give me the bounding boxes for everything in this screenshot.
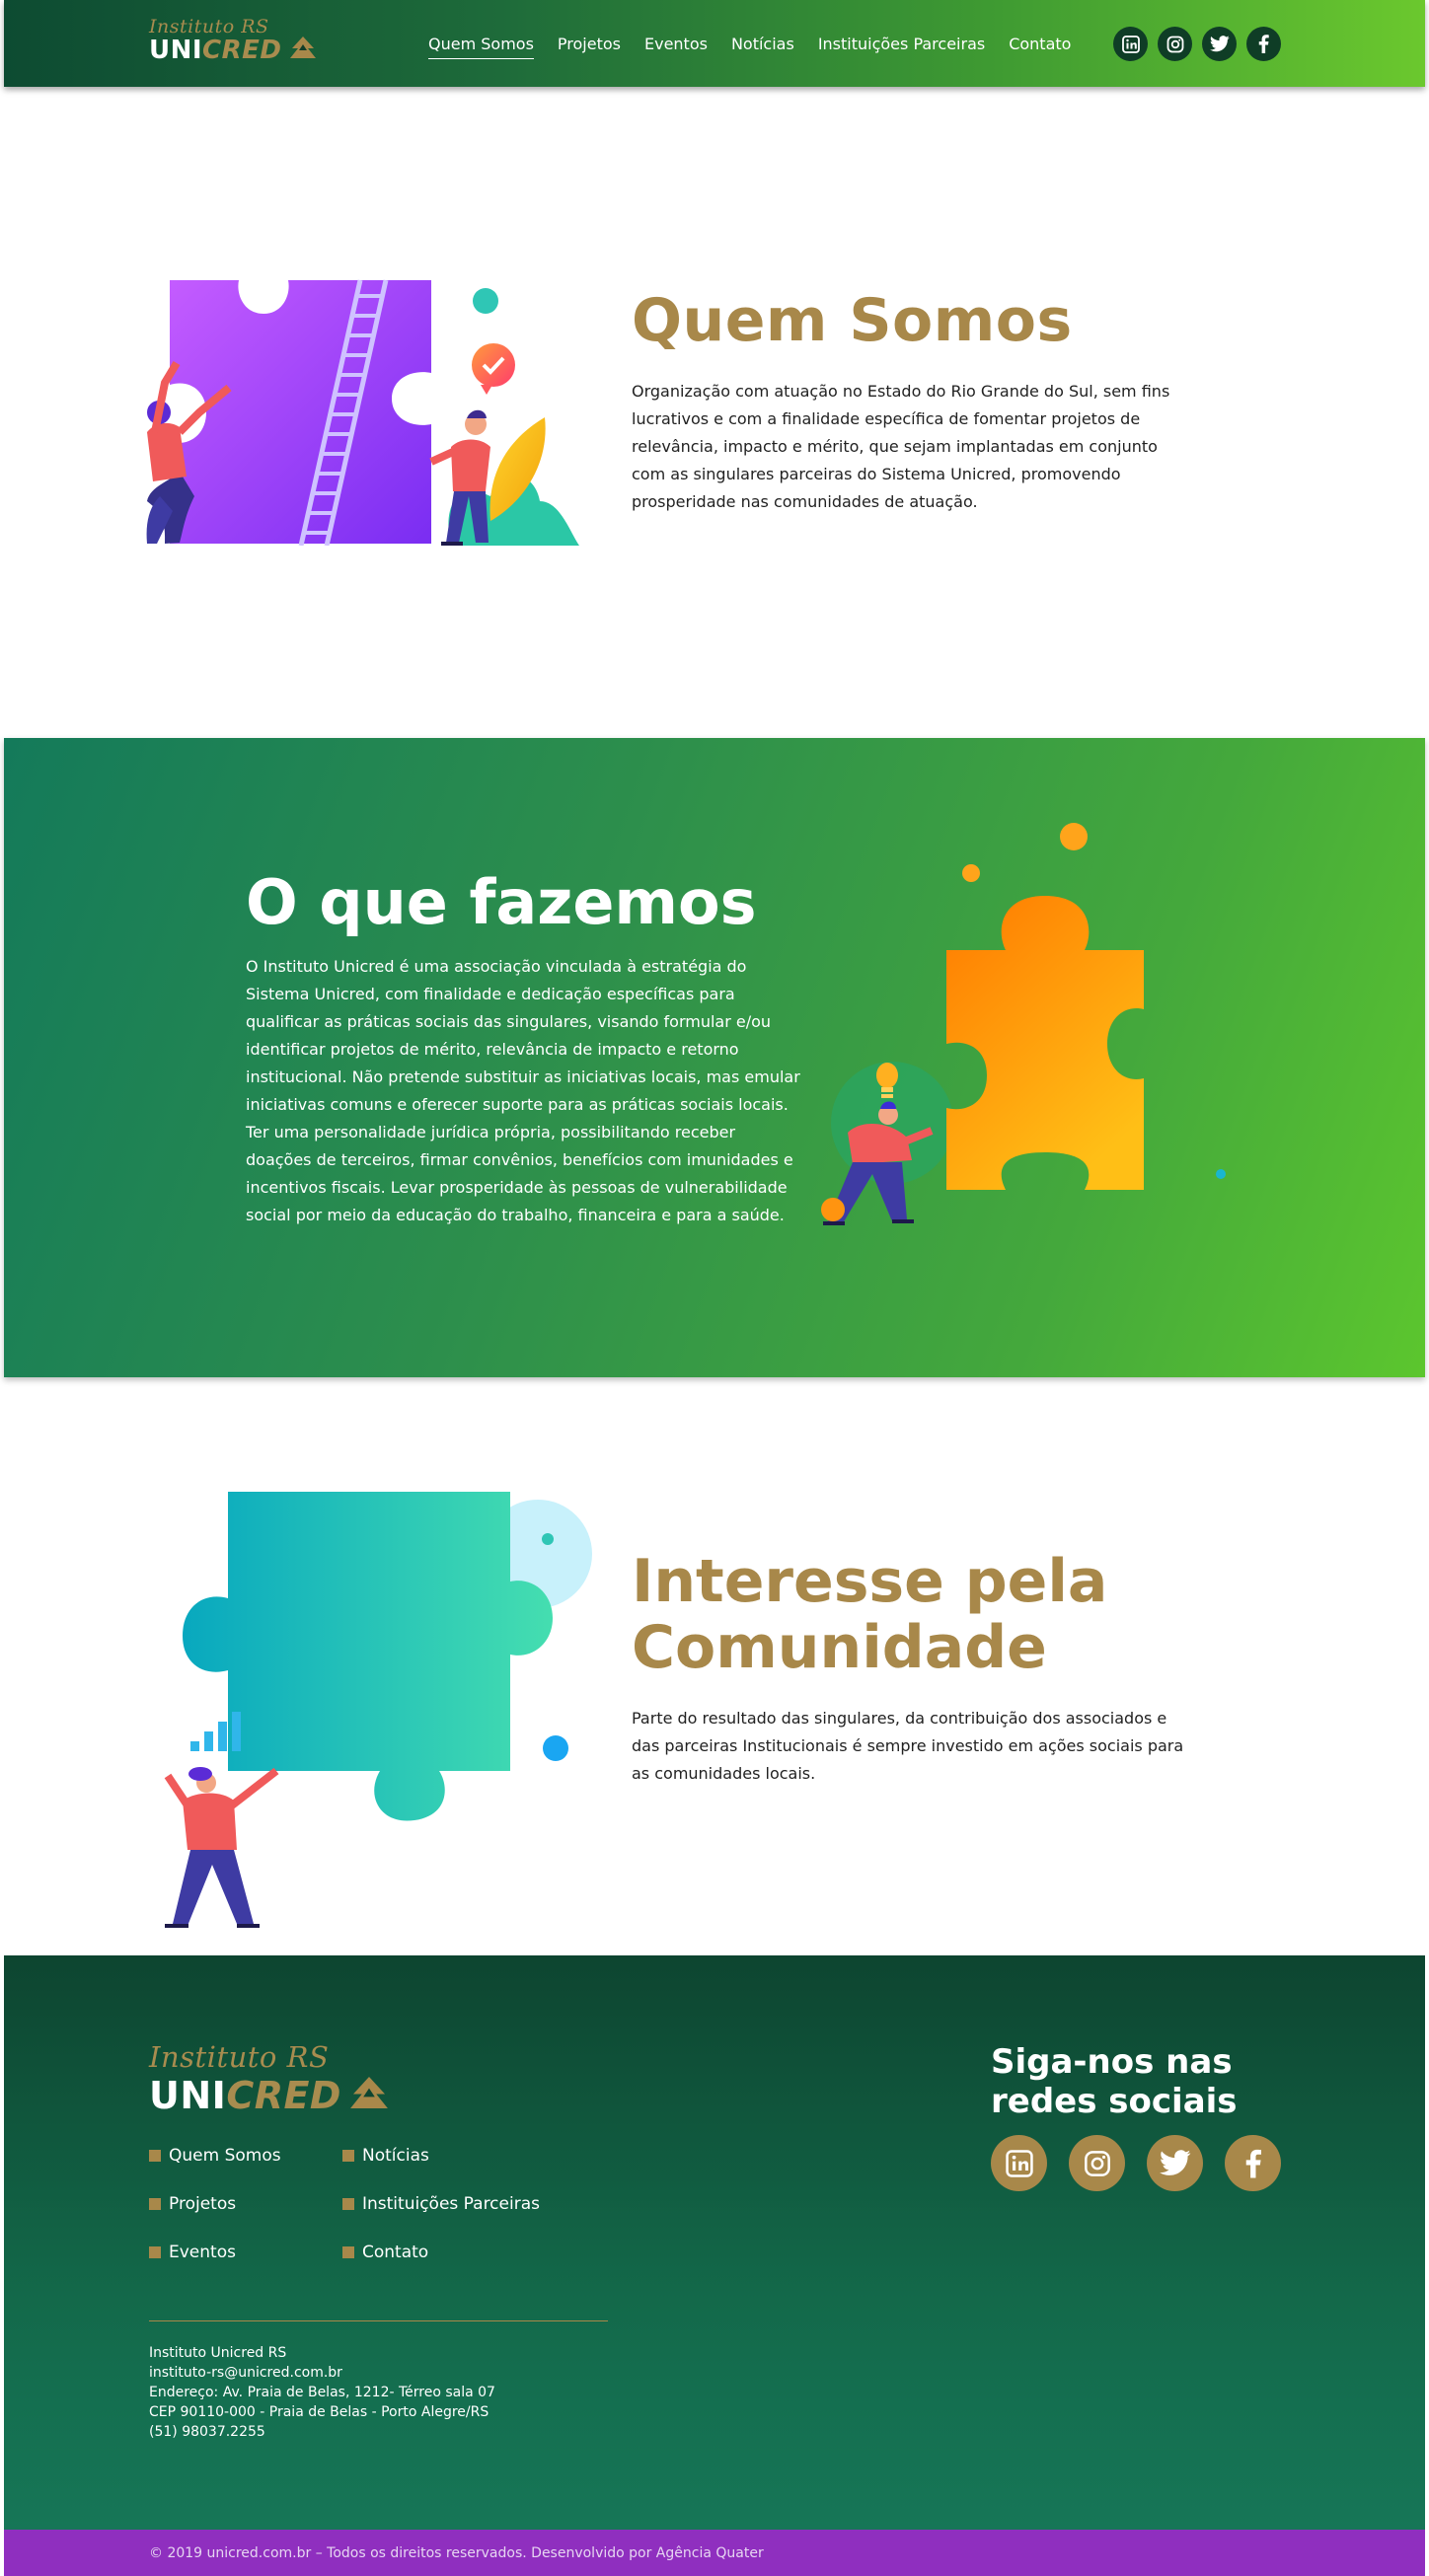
- linkedin-icon[interactable]: [1113, 27, 1148, 61]
- copyright-text: © 2019 unicred.com.br – Todos os direito…: [149, 2544, 764, 2561]
- follow-us-title: Siga-nos nas redes sociais: [991, 2042, 1238, 2121]
- linkedin-icon[interactable]: [991, 2135, 1047, 2191]
- footer-logo-tree-icon: [347, 2074, 391, 2117]
- puzzle-team-illustration: [145, 274, 609, 547]
- footer-link-instituicoes-parceiras[interactable]: Instituições Parceiras: [342, 2193, 560, 2215]
- site-logo[interactable]: Instituto RS UNI CRED: [149, 16, 318, 65]
- orange-puzzle-illustration: [793, 817, 1238, 1251]
- footer-links: Quem Somos Notícias Projetos Instituiçõe…: [149, 2145, 560, 2263]
- twitter-icon[interactable]: [1202, 27, 1237, 61]
- footer-logo-wordmark: UNI CRED: [149, 2074, 391, 2117]
- bullet-square-icon: [149, 2150, 161, 2162]
- footer-divider: [149, 2320, 608, 2321]
- footer-logo-uni: UNI: [149, 2074, 227, 2117]
- footer-link-label: Quem Somos: [169, 2146, 281, 2166]
- facebook-icon[interactable]: [1225, 2135, 1281, 2191]
- instagram-icon[interactable]: [1069, 2135, 1125, 2191]
- address-phone: (51) 98037.2255: [149, 2424, 265, 2440]
- interesse-title: Interesse pela Comunidade: [632, 1547, 1108, 1682]
- bullet-square-icon: [342, 2198, 354, 2210]
- footer-link-label: Contato: [362, 2243, 429, 2262]
- logo-wordmark: UNI CRED: [149, 36, 318, 65]
- footer-logo[interactable]: Instituto RS UNI CRED: [149, 2040, 391, 2117]
- site-footer: Instituto RS UNI CRED Quem Somos Notícias…: [4, 1955, 1425, 2530]
- teal-puzzle-illustration: [143, 1490, 617, 1934]
- footer-link-label: Eventos: [169, 2243, 236, 2262]
- bullet-square-icon: [149, 2246, 161, 2258]
- logo-script-text: Instituto RS: [149, 16, 269, 37]
- twitter-icon[interactable]: [1147, 2135, 1203, 2191]
- nav-contato[interactable]: Contato: [1009, 27, 1071, 61]
- interesse-text: Parte do resultado das singulares, da co…: [632, 1709, 1184, 1783]
- o-que-fazemos-title: O que fazemos: [246, 866, 757, 938]
- facebook-icon[interactable]: [1246, 27, 1281, 61]
- copyright-bar: © 2019 unicred.com.br – Todos os direito…: [4, 2530, 1425, 2576]
- footer-link-projetos[interactable]: Projetos: [149, 2193, 342, 2215]
- bullet-square-icon: [149, 2198, 161, 2210]
- nav-noticias[interactable]: Notícias: [731, 27, 794, 61]
- o-que-fazemos-text: O Instituto Unicred é uma associação vin…: [246, 957, 800, 1224]
- nav-projetos[interactable]: Projetos: [558, 27, 621, 61]
- nav-instituicoes-parceiras[interactable]: Instituições Parceiras: [818, 27, 985, 61]
- quem-somos-text: Organização com atuação no Estado do Rio…: [632, 382, 1170, 511]
- bullet-square-icon: [342, 2246, 354, 2258]
- logo-tree-icon: [288, 36, 318, 65]
- site-header: Instituto RS UNI CRED Quem Somos Projetos…: [4, 0, 1425, 87]
- footer-logo-cred: CRED: [226, 2074, 341, 2117]
- logo-cred: CRED: [202, 36, 282, 65]
- footer-link-contato[interactable]: Contato: [342, 2242, 560, 2263]
- address-street: Endereço: Av. Praia de Belas, 1212- Térr…: [149, 2385, 495, 2400]
- address-email[interactable]: instituto-rs@unicred.com.br: [149, 2363, 495, 2383]
- footer-logo-script: Instituto RS: [149, 2040, 330, 2074]
- nav-eventos[interactable]: Eventos: [644, 27, 708, 61]
- footer-link-eventos[interactable]: Eventos: [149, 2242, 342, 2263]
- footer-link-label: Notícias: [362, 2146, 429, 2166]
- quem-somos-title: Quem Somos: [632, 286, 1073, 355]
- address-cep: CEP 90110-000 - Praia de Belas - Porto A…: [149, 2404, 489, 2420]
- footer-social-links: [991, 2135, 1281, 2191]
- footer-link-quem-somos[interactable]: Quem Somos: [149, 2145, 342, 2167]
- footer-link-label: Projetos: [169, 2194, 237, 2214]
- address-name: Instituto Unicred RS: [149, 2345, 287, 2361]
- footer-link-noticias[interactable]: Notícias: [342, 2145, 560, 2167]
- header-social-links: [1113, 27, 1281, 61]
- footer-address: Instituto Unicred RS instituto-rs@unicre…: [149, 2343, 495, 2442]
- nav-quem-somos[interactable]: Quem Somos: [428, 27, 534, 61]
- logo-uni: UNI: [149, 36, 203, 65]
- o-que-fazemos-section: O que fazemos O Instituto Unicred é uma …: [4, 738, 1425, 1377]
- bullet-square-icon: [342, 2150, 354, 2162]
- footer-link-label: Instituições Parceiras: [362, 2194, 540, 2214]
- main-nav: Quem Somos Projetos Eventos Notícias Ins…: [428, 0, 1071, 87]
- instagram-icon[interactable]: [1158, 27, 1192, 61]
